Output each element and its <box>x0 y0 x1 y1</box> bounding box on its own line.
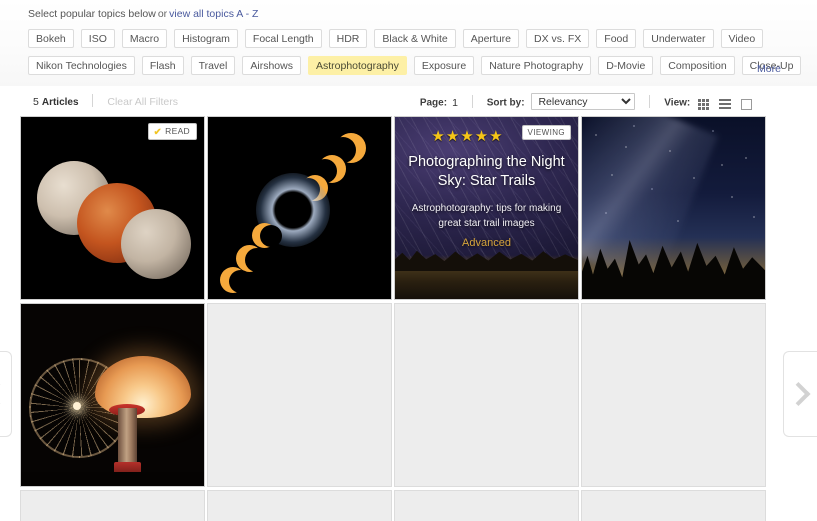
amusement-park-artwork <box>21 304 204 486</box>
carousel-next-button[interactable] <box>783 351 817 437</box>
topic-chip[interactable]: Underwater <box>643 29 714 48</box>
topic-chip[interactable]: Nature Photography <box>481 56 592 75</box>
placeholder-tile <box>581 490 766 521</box>
result-tile-milky-way[interactable] <box>581 116 766 300</box>
thumbnail-solar-eclipse <box>208 117 391 299</box>
read-badge-label: READ <box>165 126 190 136</box>
view-all-topics-link[interactable]: view all topics A - Z <box>169 8 258 20</box>
topic-chip[interactable]: Black & White <box>374 29 456 48</box>
toolbar-left-group: 5 Articles Clear All Filters <box>33 94 178 108</box>
placeholder-tile <box>581 303 766 487</box>
topic-chip-row-2: Nikon Technologies Flash Travel Airshows Ast… <box>28 56 808 76</box>
page-label: Page: <box>419 97 448 109</box>
compact-view-icon[interactable] <box>741 99 752 111</box>
result-tile-solar-eclipse[interactable] <box>207 116 392 300</box>
placeholder-tile <box>20 490 205 521</box>
grid-view-icon[interactable] <box>698 99 710 111</box>
toolbar-divider <box>92 94 94 107</box>
solar-eclipse-artwork <box>208 117 391 299</box>
ground-layer <box>21 472 204 486</box>
list-view-icon[interactable] <box>719 99 732 110</box>
view-label: View: <box>664 97 691 109</box>
topic-chip[interactable]: Astrophotography <box>307 56 407 75</box>
placeholder-tile <box>207 303 392 487</box>
topics-intro-separator: or <box>157 8 168 20</box>
view-toggle-group <box>698 99 759 111</box>
topic-chip[interactable]: Video <box>720 29 764 48</box>
topic-chip[interactable]: Bokeh <box>28 29 74 48</box>
topic-chip[interactable]: DX vs. FX <box>526 29 590 48</box>
results-toolbar: 5 Articles Clear All Filters Page: 1 Sort … <box>0 86 817 114</box>
viewing-badge: VIEWING <box>521 125 571 140</box>
crescent-icon <box>236 245 269 272</box>
eclipse-disc-icon <box>278 195 308 225</box>
topic-chip-row-1: Bokeh ISO Macro Histogram Focal Length HDR Bla… <box>28 29 770 49</box>
star-trails-overlay: ★★★★★ VIEWING Photographing the Night Sk… <box>395 117 578 299</box>
topic-chip[interactable]: HDR <box>328 29 368 48</box>
topic-chip[interactable]: Travel <box>190 56 236 75</box>
topics-intro-text: Select popular topics below <box>28 8 156 20</box>
result-count-label: Articles <box>41 97 79 108</box>
chevron-left-icon <box>0 381 10 407</box>
sort-by-select[interactable]: Relevancy <box>531 93 636 110</box>
placeholder-tile <box>394 303 579 487</box>
results-grid: ✔ READ ★★★★★ VIEWING Photographing the N… <box>0 114 817 521</box>
topic-chip[interactable]: ISO <box>80 29 115 48</box>
result-tile-lunar-eclipse[interactable]: ✔ READ <box>20 116 205 300</box>
topic-chip[interactable]: Food <box>596 29 637 48</box>
sort-by-label: Sort by: <box>486 97 525 109</box>
carousel-prev-button[interactable] <box>0 351 12 437</box>
topic-chip[interactable]: D-Movie <box>598 56 654 75</box>
moon-phases-artwork <box>21 117 204 299</box>
article-description: Astrophotography: tips for making great … <box>411 203 562 229</box>
toolbar-divider-3 <box>649 94 651 108</box>
chevron-right-icon <box>785 381 810 407</box>
article-title: Photographing the Night Sky: Star Trails <box>408 154 565 189</box>
read-badge: ✔ READ <box>148 123 197 140</box>
clear-all-filters-button[interactable]: Clear All Filters <box>107 96 178 108</box>
topic-filter-panel: Select popular topics below or view all to… <box>0 0 817 86</box>
topic-chip[interactable]: Aperture <box>462 29 520 48</box>
topic-chip[interactable]: Nikon Technologies <box>28 56 135 75</box>
topic-chip[interactable]: Flash <box>141 56 184 75</box>
topic-chip[interactable]: Airshows <box>242 56 301 75</box>
more-topics-link[interactable]: More <box>757 63 781 75</box>
crescent-icon <box>252 223 282 248</box>
placeholder-tile <box>394 490 579 521</box>
page-value: 1 <box>452 96 458 109</box>
topics-intro: Select popular topics below or view all to… <box>28 8 258 20</box>
check-icon: ✔ <box>153 127 163 138</box>
result-count: 5 <box>33 96 39 108</box>
article-level: Advanced <box>462 237 511 249</box>
crescent-icon <box>220 267 252 293</box>
result-tile-ferris-wheel[interactable] <box>20 303 205 487</box>
thumbnail-ferris-wheel <box>21 304 204 486</box>
topic-chip[interactable]: Macro <box>121 29 168 48</box>
milky-way-artwork <box>582 117 765 299</box>
topic-chip[interactable]: Composition <box>660 56 735 75</box>
toolbar-divider-2 <box>471 94 473 108</box>
thumbnail-milky-way <box>582 117 765 299</box>
result-tile-star-trails[interactable]: ★★★★★ VIEWING Photographing the Night Sk… <box>394 116 579 300</box>
topic-chip[interactable]: Focal Length <box>244 29 322 48</box>
placeholder-tile <box>207 490 392 521</box>
topic-chip[interactable]: Histogram <box>174 29 238 48</box>
moon-icon <box>121 209 191 279</box>
ferris-wheel-hub <box>73 402 81 410</box>
topic-chip[interactable]: Exposure <box>413 56 475 75</box>
toolbar-right-group: Page: 1 Sort by: Relevancy View: <box>420 93 759 111</box>
thumbnail-lunar-eclipse <box>21 117 204 299</box>
